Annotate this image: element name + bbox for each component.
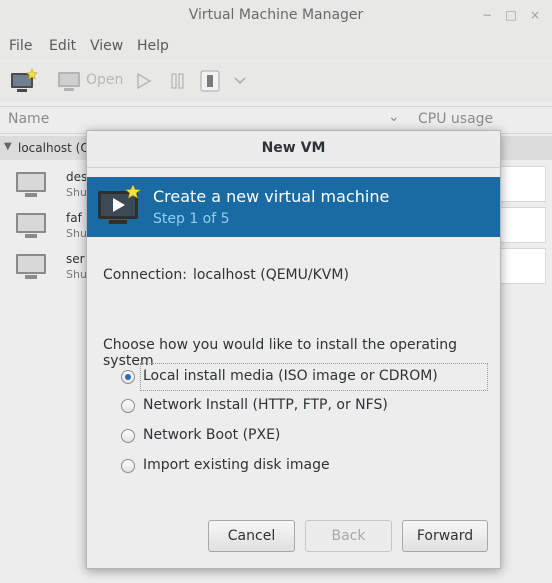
dialog-title: New VM <box>261 140 326 156</box>
pause-icon <box>171 73 184 89</box>
radio-icon[interactable] <box>121 429 135 443</box>
menu-edit[interactable]: Edit <box>49 38 76 54</box>
vm-name: des <box>66 170 88 184</box>
shutdown-icon <box>200 70 220 92</box>
sort-indicator-icon[interactable]: ⌄ <box>388 109 400 125</box>
radio-import-disk-image[interactable]: Import existing disk image <box>119 453 487 479</box>
dialog-titlebar: New VM <box>87 131 500 168</box>
wizard-banner: Create a new virtual machine Step 1 of 5 <box>87 177 500 237</box>
shutdown-menu-button[interactable] <box>230 68 250 94</box>
new-vm-icon <box>11 68 38 92</box>
play-icon <box>137 72 152 90</box>
wizard-heading: Create a new virtual machine <box>153 187 390 206</box>
window-title: Virtual Machine Manager <box>188 7 364 23</box>
new-vm-button[interactable] <box>8 68 38 94</box>
toolbar: Open <box>0 62 552 102</box>
connection-value: localhost (QEMU/KVM) <box>192 267 349 283</box>
vm-monitor-icon <box>16 213 46 238</box>
wizard-step: Step 1 of 5 <box>153 211 230 227</box>
vm-monitor-icon <box>16 172 46 197</box>
menubar: File Edit View Help <box>0 32 552 60</box>
radio-selected-icon[interactable] <box>121 370 135 384</box>
option-label: Import existing disk image <box>143 457 330 473</box>
run-button[interactable] <box>134 68 154 94</box>
close-icon[interactable]: × <box>526 6 544 24</box>
vm-monitor-icon <box>16 254 46 279</box>
radio-icon[interactable] <box>121 459 135 473</box>
menu-view[interactable]: View <box>90 38 123 54</box>
new-vm-dialog: New VM Create a new virtual machine Step… <box>86 130 501 569</box>
chevron-down-icon <box>234 77 246 85</box>
forward-button[interactable]: Forward <box>402 520 488 552</box>
vm-state: Shu <box>66 227 87 240</box>
cpu-usage-graph <box>498 166 546 202</box>
minimize-icon[interactable]: − <box>478 6 496 24</box>
cpu-usage-graph <box>498 207 546 243</box>
column-name[interactable]: Name <box>8 111 49 127</box>
menu-file[interactable]: File <box>9 38 32 54</box>
expander-icon[interactable]: ▼ <box>4 141 12 152</box>
menu-help[interactable]: Help <box>137 38 169 54</box>
vm-state: Shu <box>66 186 87 199</box>
option-label: Network Install (HTTP, FTP, or NFS) <box>143 397 388 413</box>
host-label: localhost (Q <box>18 141 90 155</box>
connection-label: Connection: <box>103 267 187 283</box>
option-label: Local install media (ISO image or CDROM) <box>143 368 438 384</box>
monitor-icon <box>58 72 80 91</box>
open-button[interactable]: Open <box>56 68 126 94</box>
new-vm-icon <box>98 185 141 224</box>
cancel-button[interactable]: Cancel <box>208 520 295 552</box>
cpu-usage-graph <box>498 248 546 284</box>
radio-icon[interactable] <box>121 399 135 413</box>
open-label: Open <box>86 72 124 88</box>
vm-name: faf <box>66 211 82 225</box>
vm-name: ser <box>66 252 85 266</box>
shutdown-button[interactable] <box>198 68 222 94</box>
radio-local-install-media[interactable]: Local install media (ISO image or CDROM) <box>121 363 488 391</box>
back-button[interactable]: Back <box>305 520 392 552</box>
titlebar: Virtual Machine Manager − □ × <box>0 0 552 32</box>
pause-button[interactable] <box>168 68 188 94</box>
option-label: Network Boot (PXE) <box>143 427 281 443</box>
column-cpu-usage[interactable]: CPU usage <box>418 111 493 127</box>
vm-state: Shu <box>66 268 87 281</box>
connection-info: Connection: localhost (QEMU/KVM) <box>103 267 349 283</box>
radio-network-install[interactable]: Network Install (HTTP, FTP, or NFS) <box>119 393 487 419</box>
maximize-icon[interactable]: □ <box>502 6 520 24</box>
radio-network-boot[interactable]: Network Boot (PXE) <box>119 423 487 449</box>
